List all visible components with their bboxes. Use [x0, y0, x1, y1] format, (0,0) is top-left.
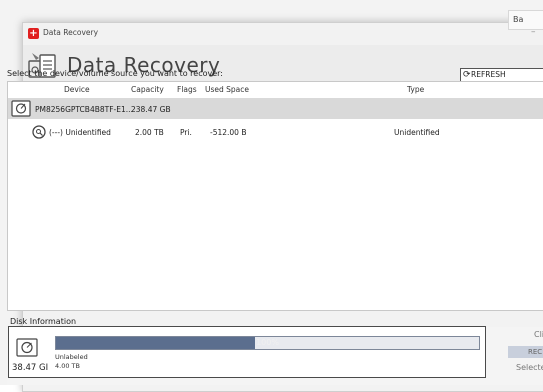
disk-capacity: 38.47 GI [12, 363, 49, 373]
recover-button[interactable]: REC [508, 346, 543, 358]
col-capacity[interactable]: Capacity [131, 85, 164, 94]
row-capacity: 238.47 GB [131, 105, 171, 114]
col-used-space[interactable]: Used Space [205, 85, 249, 94]
row-device: PM8256GPTCB4B8TF-E1... [35, 105, 133, 114]
device-list[interactable]: Device Capacity Flags Used Space Type PM… [7, 81, 543, 311]
refresh-icon: ⟳ [463, 70, 471, 80]
refresh-label: REFRESH [471, 70, 506, 79]
table-row[interactable]: (---) Unidentified 2.00 TB Pri. -512.00 … [8, 121, 543, 143]
volume-progress-bar: 100% [55, 336, 480, 350]
row-type: Unidentified [394, 128, 440, 137]
col-type[interactable]: Type [407, 85, 424, 94]
row-capacity: 2.00 TB [135, 128, 164, 137]
row-flags: Pri. [180, 128, 192, 137]
window-title: Data Recovery [43, 28, 99, 37]
refresh-button[interactable]: ⟳ REFRESH [460, 68, 543, 82]
disk-info-heading: Disk Information [10, 317, 77, 326]
table-row[interactable]: PM8256GPTCB4B8TF-E1... 238.47 GB [8, 98, 543, 119]
disk-icon [16, 338, 38, 357]
back-button[interactable]: Ba [508, 10, 543, 30]
col-device[interactable]: Device [64, 85, 90, 94]
progress-label: 100% [256, 338, 279, 347]
app-plus-icon: + [28, 28, 39, 39]
partition-search-icon [32, 125, 46, 139]
side-hint-text: Cli [534, 330, 543, 339]
volume-size: 4.00 TB [55, 362, 80, 370]
selected-text: Selecte [516, 363, 543, 372]
title-bar: + Data Recovery – [23, 23, 543, 45]
disk-icon [11, 100, 31, 117]
col-flags[interactable]: Flags [177, 85, 197, 94]
source-prompt: Select the device/volume source you want… [7, 69, 223, 78]
row-device: (---) Unidentified [49, 128, 111, 137]
volume-label: Unlabeled [55, 353, 88, 361]
list-header: Device Capacity Flags Used Space Type [8, 82, 543, 96]
disk-card[interactable]: 38.47 GI 100% Unlabeled 4.00 TB [8, 326, 486, 378]
row-used-space: -512.00 B [210, 128, 247, 137]
